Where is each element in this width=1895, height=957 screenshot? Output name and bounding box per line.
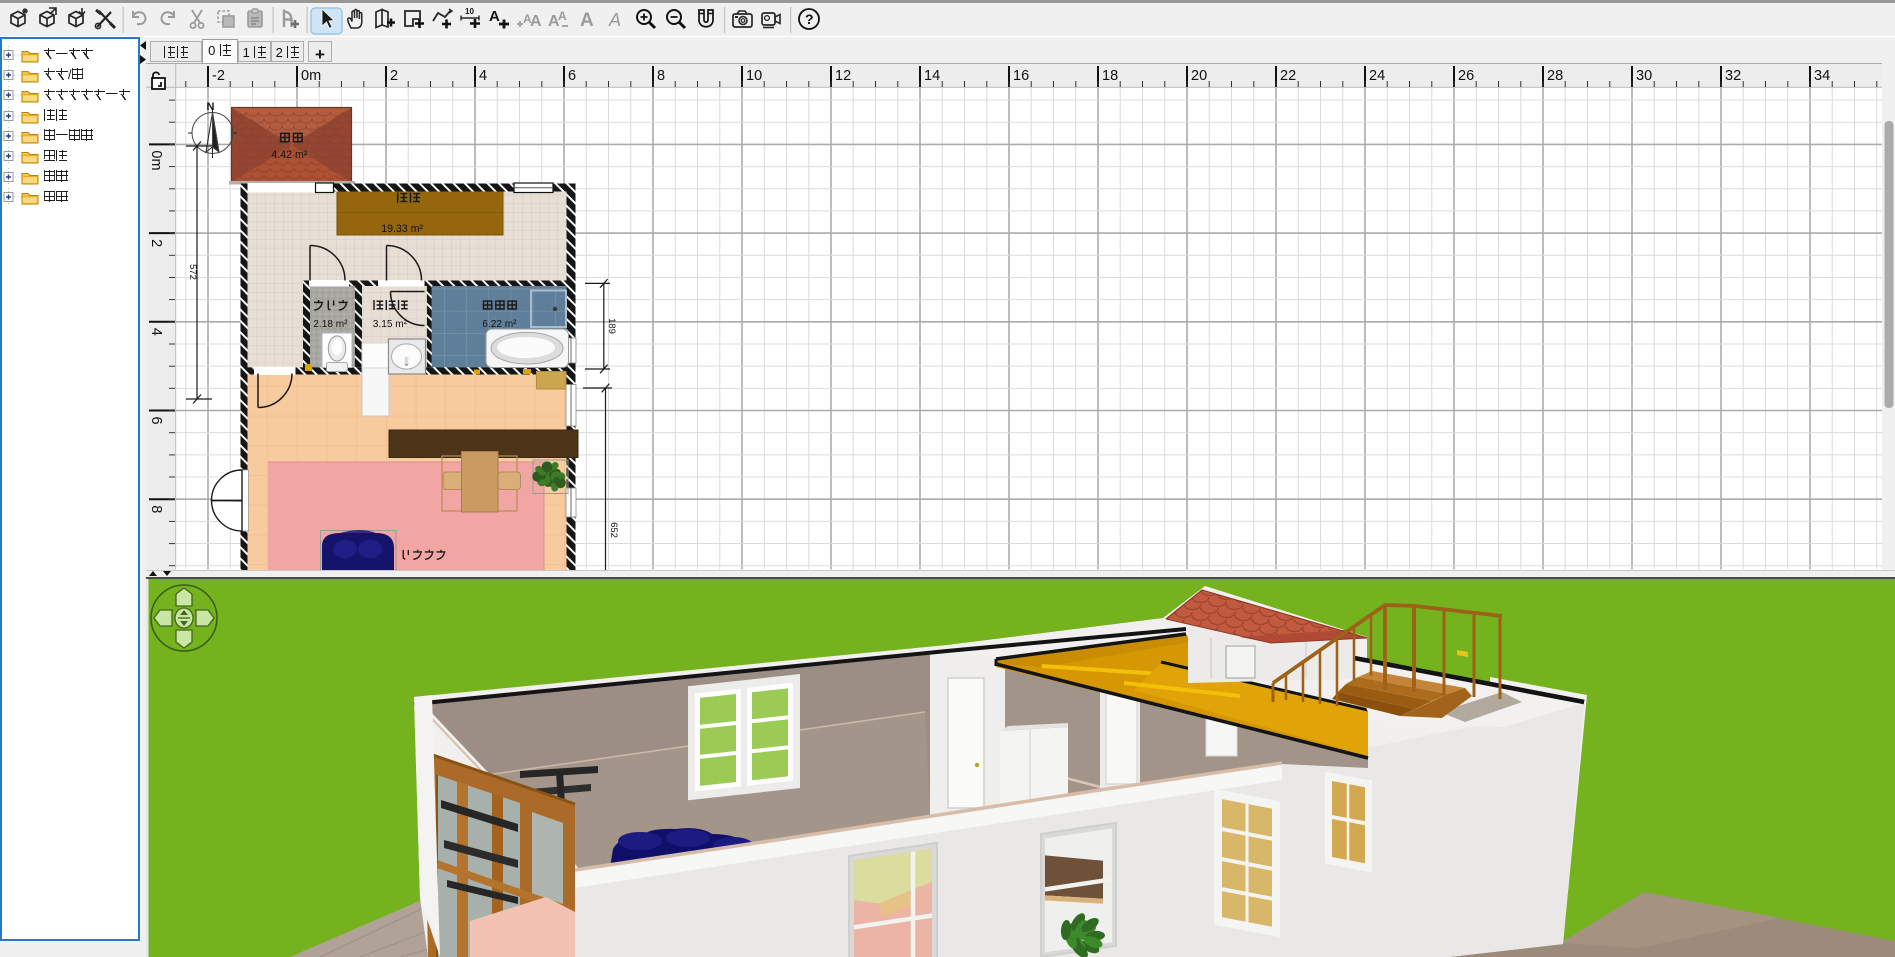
svg-text:28: 28 — [1547, 68, 1563, 84]
svg-text:A: A — [558, 9, 567, 23]
svg-text:34: 34 — [1814, 68, 1830, 84]
svg-text:24: 24 — [1369, 68, 1385, 84]
svg-text:6.22 m²: 6.22 m² — [482, 319, 517, 330]
svg-text:A: A — [580, 10, 594, 31]
svg-text:8: 8 — [657, 68, 665, 84]
svg-text:A: A — [489, 8, 500, 25]
svg-text:20: 20 — [1191, 68, 1207, 84]
svg-text:12: 12 — [835, 68, 851, 84]
svg-text:16: 16 — [1013, 68, 1029, 84]
svg-text:10: 10 — [746, 68, 762, 84]
svg-text:A: A — [530, 13, 542, 30]
svg-text:4: 4 — [479, 68, 487, 84]
svg-text:652: 652 — [608, 522, 619, 538]
svg-text:?: ? — [805, 11, 814, 27]
svg-text:N: N — [207, 101, 215, 113]
svg-text:14: 14 — [924, 68, 940, 84]
svg-text:8: 8 — [148, 505, 164, 513]
svg-text:18: 18 — [1102, 68, 1118, 84]
svg-text:-2: -2 — [212, 68, 225, 84]
svg-text:26: 26 — [1458, 68, 1474, 84]
svg-text:22: 22 — [1280, 68, 1296, 84]
svg-text:2: 2 — [390, 68, 398, 84]
svg-text:10: 10 — [465, 7, 474, 16]
svg-text:19.33 m²: 19.33 m² — [381, 223, 423, 235]
svg-text:6: 6 — [568, 68, 576, 84]
svg-text:6: 6 — [148, 417, 164, 425]
svg-text:2: 2 — [148, 239, 164, 247]
svg-text:2.18 m²: 2.18 m² — [313, 319, 348, 330]
svg-text:0m: 0m — [148, 150, 164, 170]
svg-text:4.42 m²: 4.42 m² — [271, 149, 307, 161]
svg-text:A: A — [608, 10, 621, 30]
svg-text:32: 32 — [1725, 68, 1741, 84]
svg-text:3.15 m²: 3.15 m² — [373, 319, 408, 330]
svg-text:572: 572 — [187, 264, 198, 280]
svg-text:189: 189 — [606, 318, 617, 334]
svg-text:4: 4 — [148, 328, 164, 336]
svg-text:30: 30 — [1636, 68, 1652, 84]
svg-text:0m: 0m — [301, 68, 321, 84]
